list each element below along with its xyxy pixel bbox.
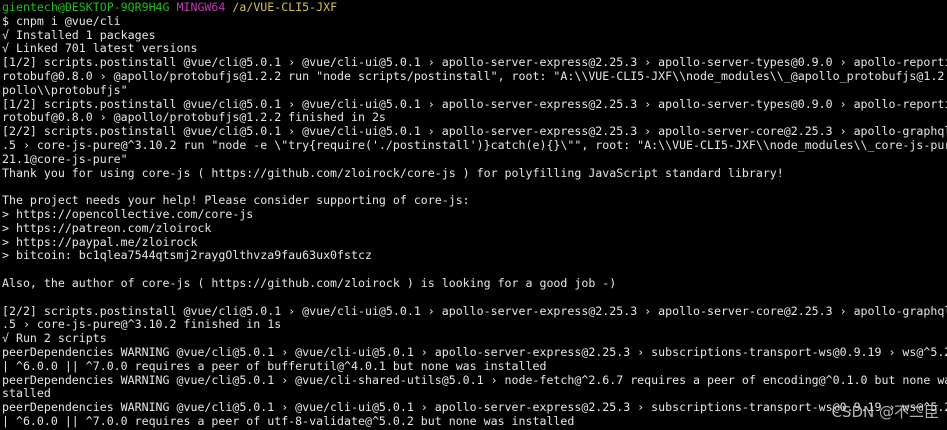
output-line: | ^6.0.0 || ^7.0.0 requires a peer of ut… [2, 413, 575, 428]
output-line: peerDependencies WARNING @vue/cli@5.0.1 … [2, 344, 947, 359]
output-line: > bitcoin: bc1qlea7544qtsmj2raygOlthvza9… [2, 248, 372, 263]
output-line: 21.1@core-js-pure" [2, 151, 128, 166]
output-line: Thank you for using core-js ( https://gi… [2, 165, 784, 180]
output-line: rotobuf@0.8.0 › @apollo/protobufjs@1.2.2… [2, 110, 386, 125]
prompt-user-host: gientech@DESKTOP-9QR9H4G [2, 0, 170, 14]
output-line: The project needs your help! Please cons… [2, 193, 470, 208]
output-line: .5 › core-js-pure@^3.10.2 finished in 1s [2, 317, 282, 332]
prompt-shell: MINGW64 [176, 0, 226, 14]
output-line: Also, the author of core-js ( https://gi… [2, 275, 617, 290]
output-line: > https://patreon.com/zloirock [2, 220, 212, 235]
output-line: √ Run 2 scripts [2, 331, 107, 346]
output-line: peerDependencies WARNING @vue/cli@5.0.1 … [2, 400, 947, 415]
terminal-window[interactable]: gientech@DESKTOP-9QR9H4G MINGW64 /a/VUE-… [0, 0, 947, 430]
output-line: [2/2] scripts.postinstall @vue/cli@5.0.1… [2, 303, 947, 318]
output-line: peerDependencies WARNING @vue/cli@5.0.1 … [2, 372, 947, 387]
csdn-watermark: CSDN @不二臣 [831, 403, 939, 421]
output-line: $ cnpm i @vue/cli [2, 13, 121, 28]
output-line: [1/2] scripts.postinstall @vue/cli@5.0.1… [2, 55, 947, 70]
output-line: stalled [2, 386, 51, 401]
output-line: > https://opencollective.com/core-js [2, 206, 254, 221]
output-line: [2/2] scripts.postinstall @vue/cli@5.0.1… [2, 124, 947, 139]
output-line: [1/2] scripts.postinstall @vue/cli@5.0.1… [2, 96, 947, 111]
output-line: √ Linked 701 latest versions [2, 41, 198, 56]
output-line: pollo\\protobufjs" [2, 82, 128, 97]
output-line: | ^6.0.0 || ^7.0.0 requires a peer of bu… [2, 358, 547, 373]
output-line: rotobuf@0.8.0 › @apollo/protobufjs@1.2.2… [2, 68, 947, 83]
output-line: .5 › core-js-pure@^3.10.2 run "node -e \… [2, 137, 947, 152]
output-line: > https://paypal.me/zloirock [2, 234, 198, 249]
prompt-line: gientech@DESKTOP-9QR9H4G MINGW64 /a/VUE-… [0, 0, 947, 15]
prompt-path: /a/VUE-CLI5-JXF [232, 0, 338, 14]
output-line: √ Installed 1 packages [2, 27, 156, 42]
